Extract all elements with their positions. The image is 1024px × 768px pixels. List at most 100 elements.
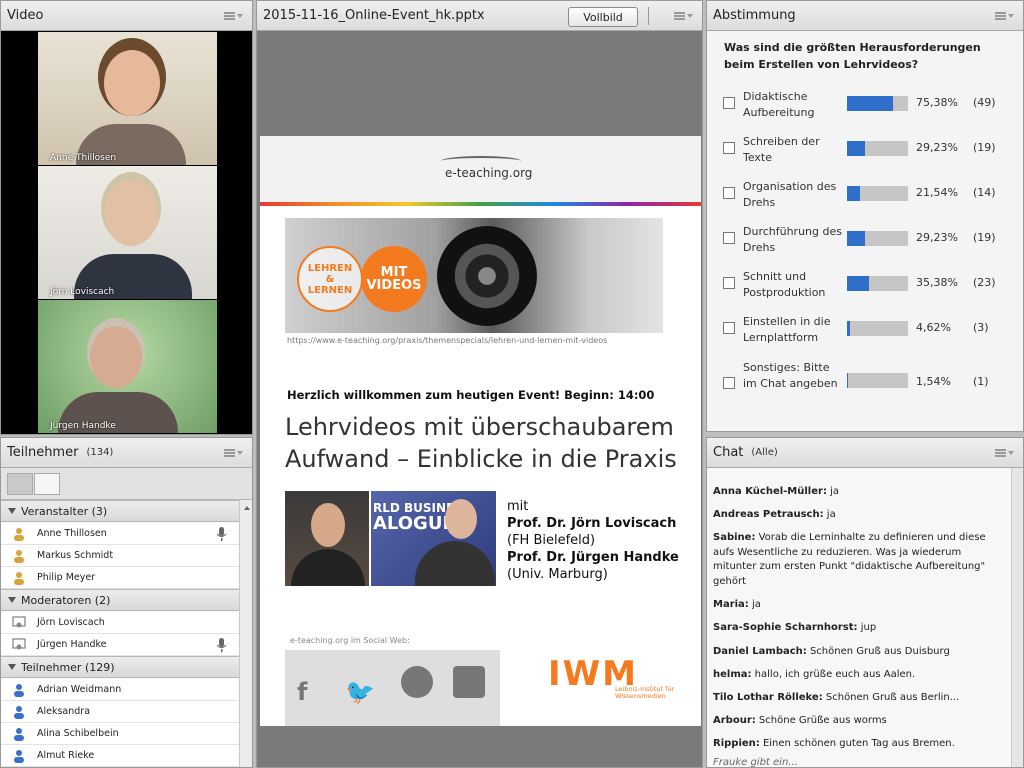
- attendee-count: (134): [86, 447, 114, 458]
- typing-indicator: Frauke gibt ein...: [713, 757, 798, 768]
- video-feed[interactable]: Jürgen Handke: [38, 300, 217, 433]
- list-view-icon[interactable]: [7, 473, 33, 495]
- chat-pod: Chat (Alle) Anna Küchel-Müller: ja Andre…: [706, 437, 1024, 768]
- poll-count: (19): [973, 231, 996, 244]
- chat-scope[interactable]: (Alle): [751, 447, 777, 458]
- poll-option: Schreiben der Texte 29,23% (19): [707, 132, 1023, 172]
- poll-percent: 29,23%: [916, 141, 958, 154]
- attendee-group-presenters[interactable]: Moderatoren (2): [1, 589, 239, 611]
- video-pod: Video Anne Thillosen Jörn Loviscach Jürg…: [0, 0, 253, 435]
- presentation-pod-header: 2015-11-16_Online-Event_hk.pptx Vollbild: [257, 1, 702, 31]
- youtube-icon: [401, 666, 433, 698]
- chat-scrollbar[interactable]: [1011, 468, 1023, 767]
- poll-count: (23): [973, 276, 996, 289]
- poll-checkbox[interactable]: [723, 277, 735, 289]
- poll-count: (1): [973, 375, 989, 388]
- chat-message: Anna Küchel-Müller: ja: [713, 486, 840, 497]
- pod-menu-icon[interactable]: [995, 10, 1015, 22]
- poll-checkbox[interactable]: [723, 187, 735, 199]
- rainbow-stripe: [260, 202, 701, 206]
- participant-user-icon: [14, 684, 24, 697]
- poll-count: (3): [973, 321, 989, 334]
- chat-message: Andreas Petrausch: ja: [713, 509, 836, 520]
- attendees-pod-title: Teilnehmer: [7, 445, 79, 460]
- poll-option: Organisation des Drehs 21,54% (14): [707, 177, 1023, 217]
- poll-option: Didaktische Aufbereitung 75,38% (49): [707, 87, 1023, 127]
- poll-option-label: Schnitt und Postproduktion: [743, 270, 826, 299]
- scroll-up-icon[interactable]: [244, 506, 250, 510]
- attendee-group-participants[interactable]: Teilnehmer (129): [1, 656, 239, 678]
- attendee-row[interactable]: Jörn Loviscach: [1, 612, 239, 634]
- fullscreen-button[interactable]: Vollbild: [568, 7, 638, 27]
- poll-pod-title: Abstimmung: [713, 8, 796, 23]
- attendee-row[interactable]: Alina Schibelbein: [1, 723, 239, 745]
- presentation-file-title: 2015-11-16_Online-Event_hk.pptx: [263, 8, 485, 23]
- pod-menu-icon[interactable]: [224, 10, 244, 22]
- collapse-icon: [8, 664, 16, 670]
- video-caption: Anne Thillosen: [50, 153, 117, 163]
- attendee-row[interactable]: Jürgen Handke: [1, 634, 239, 656]
- speaker-photo: [285, 491, 369, 586]
- poll-result-bar: [847, 96, 908, 111]
- poll-checkbox[interactable]: [723, 232, 735, 244]
- pod-menu-icon[interactable]: [995, 447, 1015, 459]
- chat-pod-title: Chat: [713, 445, 744, 460]
- poll-checkbox[interactable]: [723, 377, 735, 389]
- attendee-row[interactable]: Markus Schmidt: [1, 545, 239, 567]
- presenter-icon: [12, 638, 26, 650]
- social-web-label: e-teaching.org im Social Web:: [290, 636, 410, 645]
- microphone-icon: [216, 527, 227, 541]
- attendee-row[interactable]: Philip Meyer: [1, 567, 239, 589]
- pod-menu-icon[interactable]: [224, 447, 244, 459]
- attendees-pod: Teilnehmer (134) Veranstalter (3) Anne T…: [0, 437, 253, 768]
- slideshare-icon: [453, 666, 485, 698]
- chat-message: Sara-Sophie Scharnhorst: jup: [713, 622, 877, 633]
- poll-count: (49): [973, 96, 996, 109]
- badge-lehren-lernen: LEHREN & LERNEN: [297, 246, 363, 312]
- attendee-row[interactable]: Adrian Weidmann: [1, 679, 239, 701]
- presentation-pod: 2015-11-16_Online-Event_hk.pptx Vollbild…: [256, 0, 703, 768]
- poll-option-label: Organisation des Drehs: [743, 180, 837, 209]
- poll-checkbox[interactable]: [723, 142, 735, 154]
- iwm-subtitle: Leibniz-Institut für Wissensmedien: [615, 685, 675, 700]
- attendee-row[interactable]: Aleksandra: [1, 701, 239, 723]
- video-caption: Jürgen Handke: [50, 421, 116, 431]
- video-feed[interactable]: Jörn Loviscach: [38, 166, 217, 299]
- video-caption: Jörn Loviscach: [50, 287, 115, 297]
- slide-welcome: Herzlich willkommen zum heutigen Event! …: [287, 388, 655, 402]
- social-icons-box: f 🐦: [285, 650, 500, 726]
- status-view-icon[interactable]: [34, 473, 60, 495]
- attendee-row[interactable]: Almut Rieke: [1, 745, 239, 767]
- participant-user-icon: [14, 706, 24, 719]
- attendee-scrollbar[interactable]: [239, 500, 252, 767]
- speaker-photo: RLD BUSINESS ALOGUE: [371, 491, 496, 586]
- attendee-row[interactable]: Anne Thillosen: [1, 523, 239, 545]
- presenter-icon: [12, 616, 26, 628]
- host-user-icon: [14, 528, 24, 541]
- speaker-list: mit Prof. Dr. Jörn Loviscach (FH Bielefe…: [507, 499, 679, 582]
- poll-percent: 4,62%: [916, 321, 951, 334]
- poll-checkbox[interactable]: [723, 97, 735, 109]
- chat-message: Tilo Lothar Rölleke: Schönen Gruß aus Be…: [713, 692, 960, 703]
- pod-menu-icon[interactable]: [674, 10, 694, 22]
- poll-result-bar: [847, 141, 908, 156]
- poll-option-label: Schreiben der Texte: [743, 135, 820, 164]
- poll-percent: 1,54%: [916, 375, 951, 388]
- logo-arc-icon: [441, 156, 521, 166]
- video-feed[interactable]: Anne Thillosen: [38, 32, 217, 165]
- attendees-pod-header: Teilnehmer (134): [1, 438, 252, 468]
- chat-message: Sabine: Vorab die Lerninhalte zu definie…: [713, 532, 986, 587]
- attendee-group-hosts[interactable]: Veranstalter (3): [1, 500, 239, 522]
- poll-pod: Abstimmung Was sind die größten Herausfo…: [706, 0, 1024, 432]
- presentation-slide: e-teaching.org LEHREN & LERNEN MIT VIDEO…: [260, 136, 701, 726]
- poll-option-label: Durchführung des Drehs: [743, 225, 842, 254]
- microphone-icon: [216, 638, 227, 652]
- poll-percent: 75,38%: [916, 96, 958, 109]
- chat-message: Daniel Lambach: Schönen Gruß aus Duisbur…: [713, 646, 950, 657]
- poll-checkbox[interactable]: [723, 322, 735, 334]
- host-user-icon: [14, 550, 24, 563]
- poll-question: Was sind die größten Herausforderungen b…: [724, 41, 981, 71]
- poll-pod-header: Abstimmung: [707, 1, 1023, 31]
- chat-message: Maria: ja: [713, 599, 761, 610]
- attendee-toolbar: [1, 468, 252, 500]
